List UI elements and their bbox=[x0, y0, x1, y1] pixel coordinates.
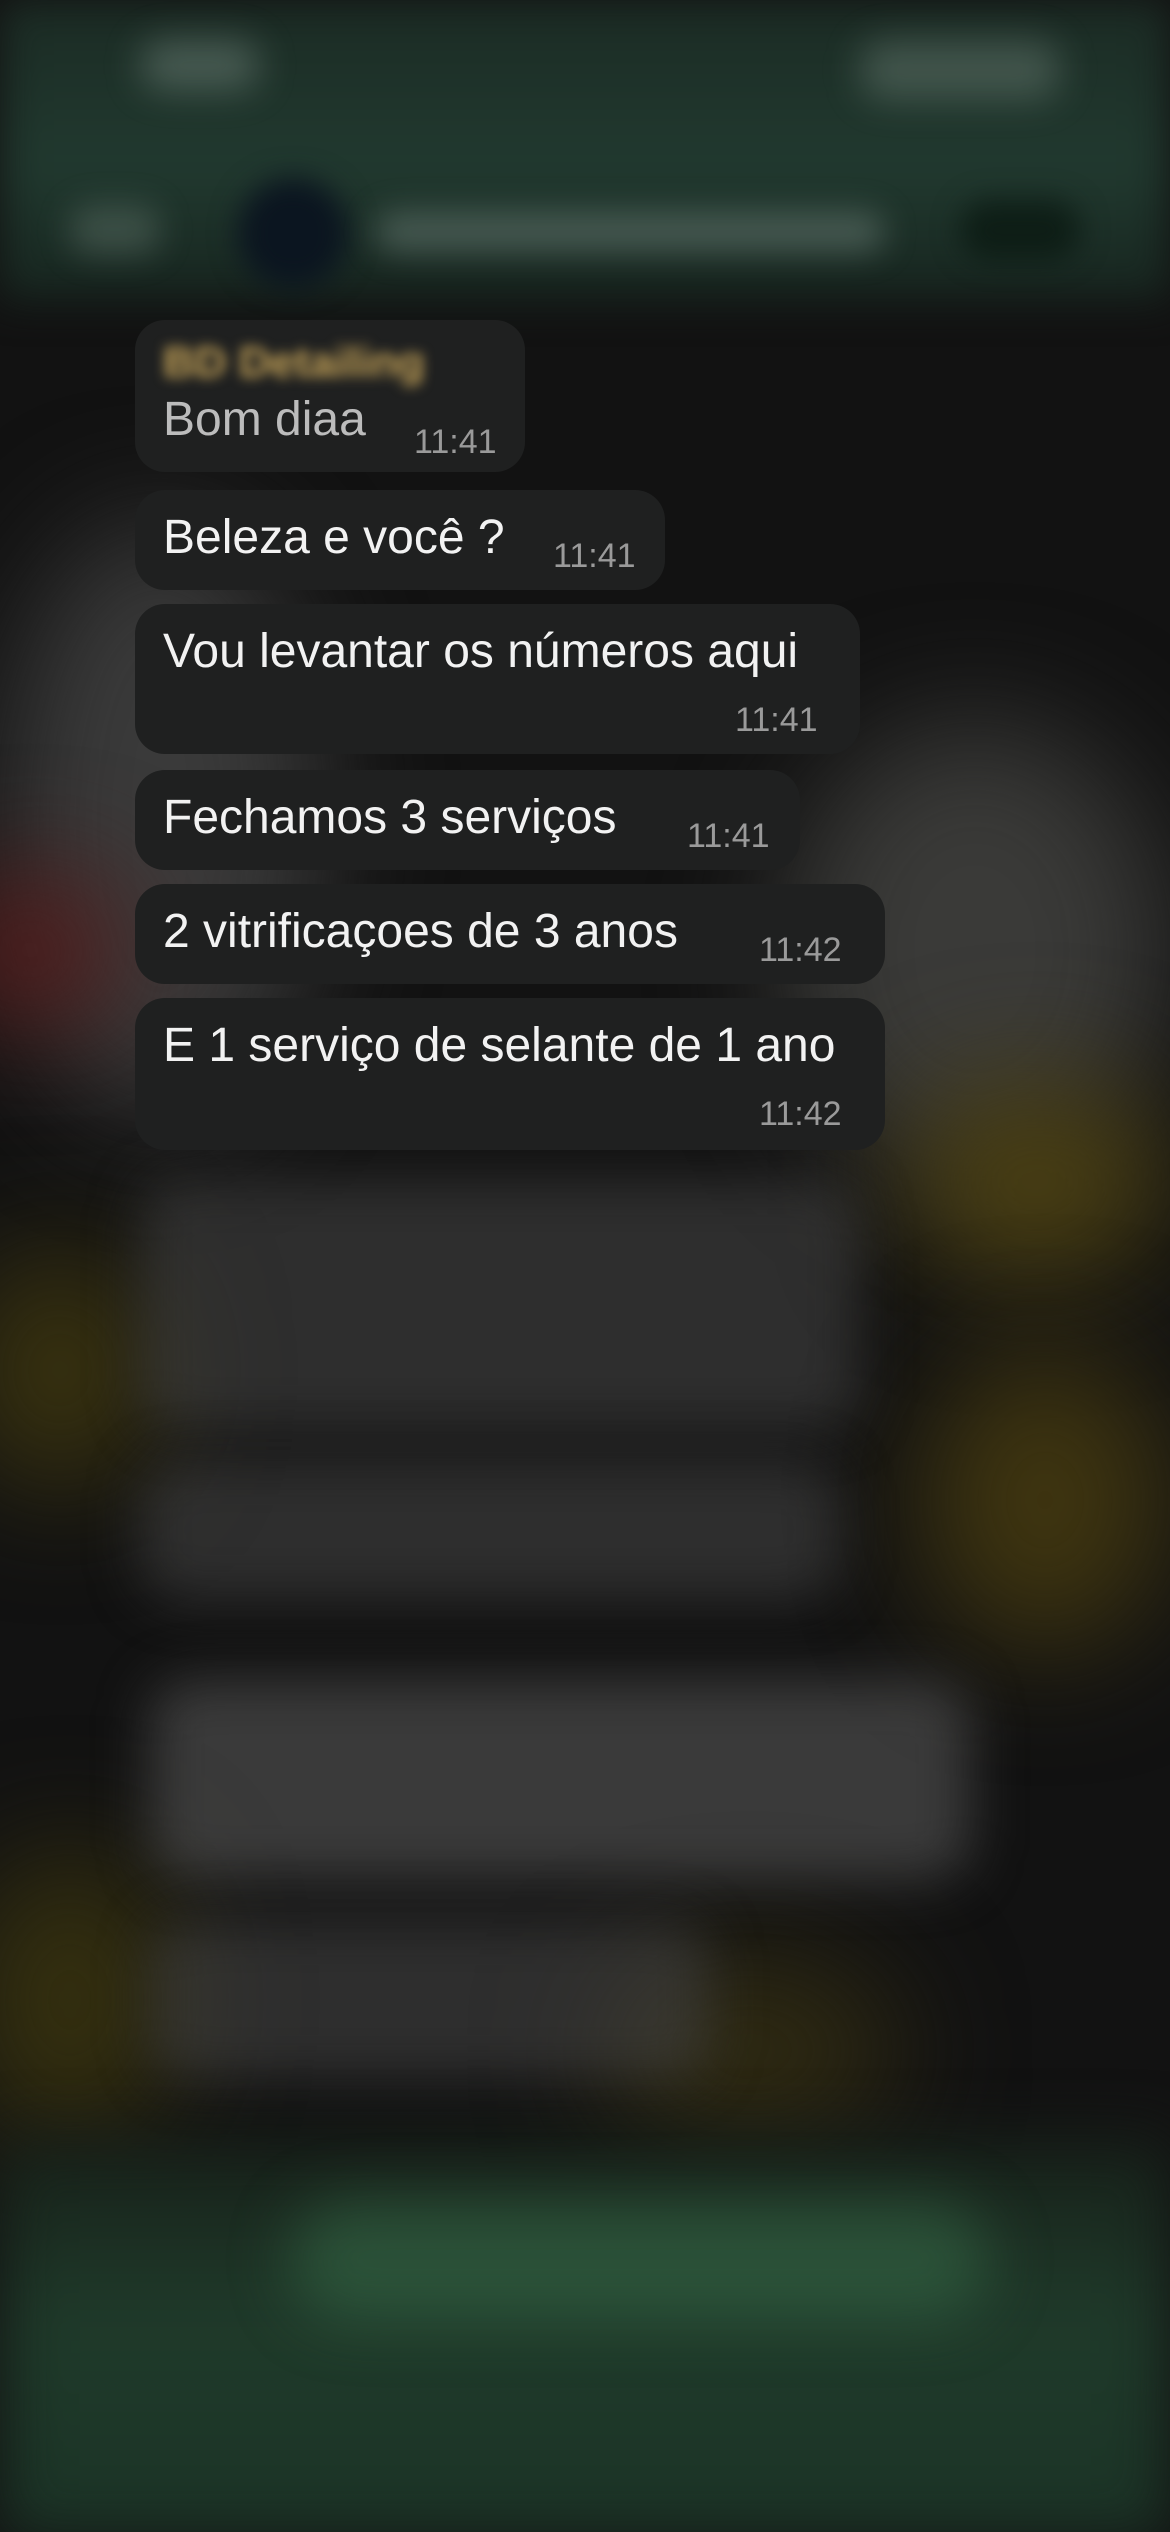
sender-name: BD Detailing bbox=[163, 338, 425, 387]
message-text: Vou levantar os números aqui bbox=[163, 625, 799, 678]
message-text: Beleza e você ? bbox=[163, 511, 505, 564]
message-bubble[interactable]: Vou levantar os números aqui 11:41 bbox=[135, 604, 860, 754]
blurred-message bbox=[150, 1680, 970, 1880]
message-bubble[interactable]: Beleza e você ? 11:41 bbox=[135, 490, 665, 590]
message-time: 11:42 bbox=[759, 1095, 842, 1133]
blurred-wallpaper-shape bbox=[900, 1080, 1170, 1280]
blurred-status-time bbox=[140, 40, 260, 90]
message-text: Bom diaa bbox=[163, 393, 366, 446]
blurred-avatar bbox=[238, 178, 348, 288]
blurred-wallpaper-shape bbox=[920, 1350, 1170, 1650]
message-time: 11:41 bbox=[735, 701, 818, 739]
message-time: 11:42 bbox=[759, 931, 842, 969]
blurred-input-bar bbox=[0, 2140, 1170, 2532]
message-bubble[interactable]: Fechamos 3 serviços 11:41 bbox=[135, 770, 800, 870]
blurred-wallpaper-shape bbox=[0, 1250, 160, 1490]
blurred-back-button bbox=[70, 205, 160, 255]
message-text: E 1 serviço de selante de 1 ano bbox=[163, 1019, 836, 1072]
blurred-message-input bbox=[290, 2200, 990, 2320]
message-text: 2 vitrificaçoes de 3 anos bbox=[163, 905, 678, 958]
message-text: Fechamos 3 serviços bbox=[163, 791, 617, 844]
blurred-message bbox=[150, 1920, 710, 2080]
blurred-message bbox=[140, 1460, 840, 1600]
message-bubble[interactable]: E 1 serviço de selante de 1 ano 11:42 bbox=[135, 998, 885, 1150]
blurred-contact-name bbox=[375, 212, 885, 252]
chat-screen: BD Detailing Bom diaa 11:41 Beleza e voc… bbox=[0, 0, 1170, 2532]
message-time: 11:41 bbox=[687, 817, 770, 855]
blurred-message bbox=[140, 1180, 860, 1430]
blurred-status-icons bbox=[860, 40, 1060, 100]
message-bubble[interactable]: 2 vitrificaçoes de 3 anos 11:42 bbox=[135, 884, 885, 984]
message-time: 11:41 bbox=[553, 537, 636, 575]
blurred-call-button bbox=[960, 200, 1080, 260]
message-time: 11:41 bbox=[414, 423, 497, 461]
